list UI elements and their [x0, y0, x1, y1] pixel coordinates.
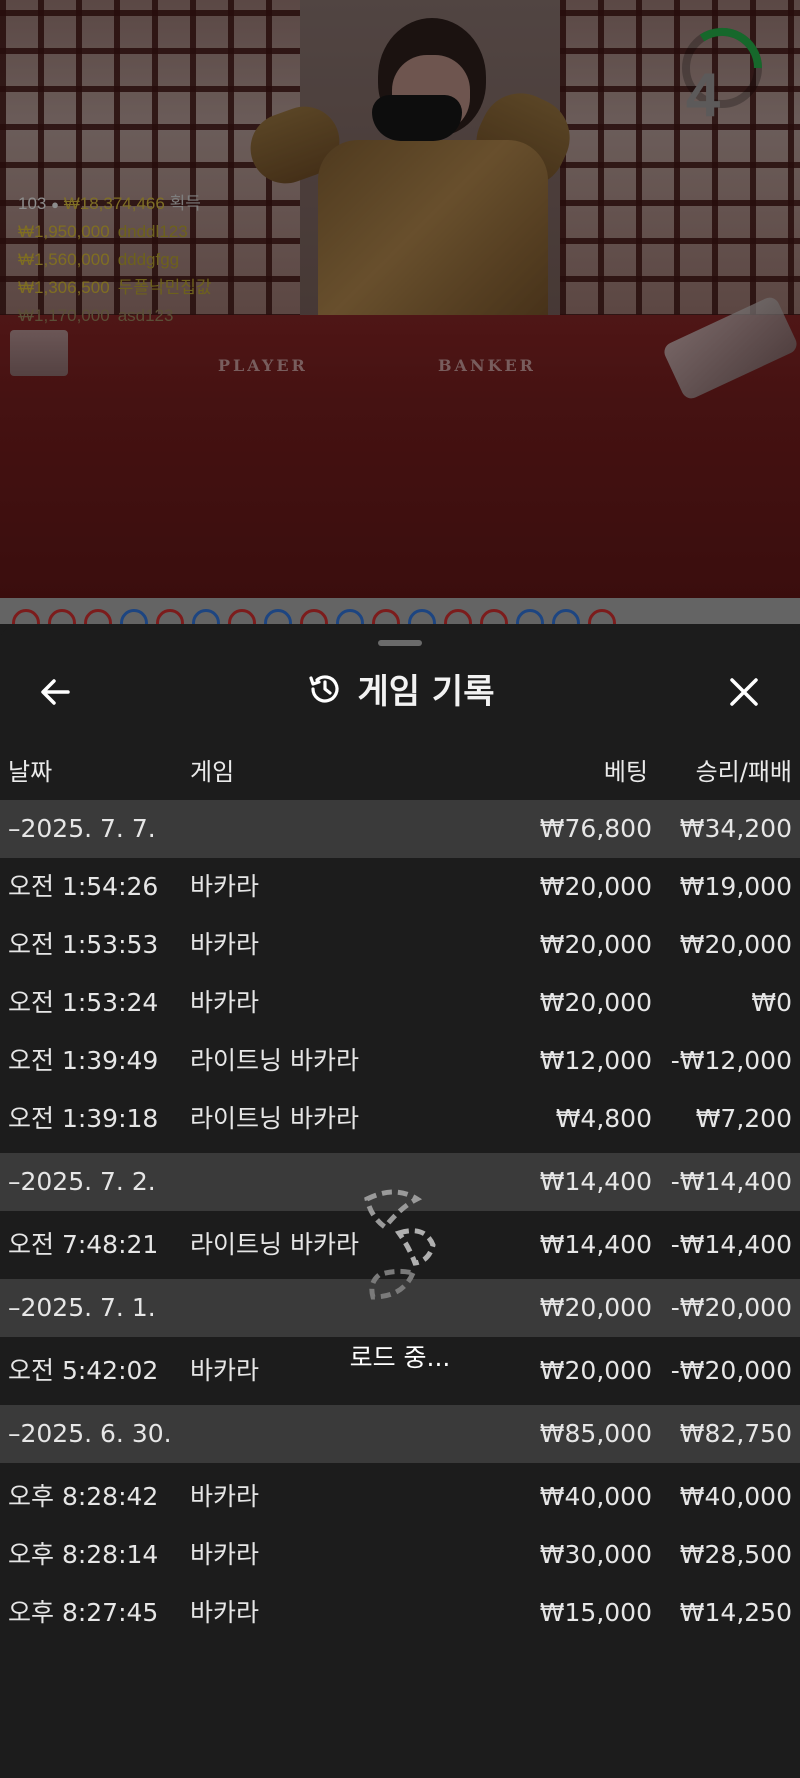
row-bet: ₩20,000	[539, 1356, 652, 1385]
row-time: 오전 1:39:18	[8, 1104, 159, 1133]
sheet-drag-handle[interactable]	[378, 640, 422, 646]
column-header-game: 게임	[190, 758, 235, 786]
row-result: ₩14,250	[679, 1598, 792, 1627]
result-total: ₩82,750	[679, 1419, 792, 1448]
row-time: 오전 1:54:26	[8, 872, 159, 901]
table-row[interactable]: 오후 8:28:42 바카라 ₩40,000 ₩40,000	[0, 1468, 800, 1526]
sheet-title-text: 게임 기록	[357, 672, 495, 712]
date-group-row[interactable]: –2025. 7. 7. ₩76,800 ₩34,200	[0, 800, 800, 858]
date-label: –2025. 7. 2.	[8, 1167, 156, 1196]
row-result: ₩20,000	[679, 930, 792, 959]
loading-spinner-icon	[364, 1189, 436, 1300]
row-time: 오전 5:42:02	[8, 1356, 159, 1385]
row-time: 오전 1:53:53	[8, 930, 159, 959]
row-game: 라이트닝 바카라	[190, 1046, 359, 1075]
row-time: 오전 7:48:21	[8, 1230, 159, 1259]
table-row[interactable]: 오전 1:53:24 바카라 ₩20,000 ₩0	[0, 974, 800, 1032]
bet-total: ₩20,000	[539, 1293, 652, 1322]
row-result: -₩20,000	[670, 1356, 792, 1385]
row-game: 바카라	[190, 1540, 260, 1569]
row-time: 오전 1:53:24	[8, 988, 159, 1017]
result-total: -₩14,400	[670, 1167, 792, 1196]
row-game: 바카라	[190, 872, 260, 901]
row-bet: ₩20,000	[539, 930, 652, 959]
table-row[interactable]: 오후 8:27:45 바카라 ₩15,000 ₩14,250	[0, 1584, 800, 1642]
row-time: 오후 8:28:42	[8, 1482, 159, 1511]
column-header-result: 승리/패배	[695, 758, 792, 786]
row-time: 오후 8:28:14	[8, 1540, 159, 1569]
row-game: 바카라	[190, 1482, 260, 1511]
row-result: -₩12,000	[670, 1046, 792, 1075]
row-bet: ₩20,000	[539, 988, 652, 1017]
table-row[interactable]: 오전 1:39:49 라이트닝 바카라 ₩12,000 -₩12,000	[0, 1032, 800, 1090]
date-label: –2025. 7. 7.	[8, 814, 156, 843]
row-bet: ₩15,000	[539, 1598, 652, 1627]
result-total: -₩20,000	[670, 1293, 792, 1322]
date-label: –2025. 7. 1.	[8, 1293, 156, 1322]
result-total: ₩34,200	[679, 814, 792, 843]
table-row[interactable]: 오전 1:53:53 바카라 ₩20,000 ₩20,000	[0, 916, 800, 974]
bet-total: ₩14,400	[539, 1167, 652, 1196]
row-game: 라이트닝 바카라	[190, 1104, 359, 1133]
row-result: ₩7,200	[695, 1104, 792, 1133]
history-clock-icon	[308, 674, 339, 702]
sheet-title: 게임 기록	[0, 664, 800, 717]
row-time: 오전 1:39:49	[8, 1046, 159, 1075]
table-row[interactable]: 오전 1:54:26 바카라 ₩20,000 ₩19,000	[0, 858, 800, 916]
table-row[interactable]: 오후 8:28:14 바카라 ₩30,000 ₩28,500	[0, 1526, 800, 1584]
row-time: 오후 8:27:45	[8, 1598, 159, 1627]
row-result: ₩19,000	[679, 872, 792, 901]
row-game: 바카라	[190, 930, 260, 959]
row-result: ₩28,500	[679, 1540, 792, 1569]
row-game: 바카라	[190, 988, 260, 1017]
row-bet: ₩40,000	[539, 1482, 652, 1511]
row-result: ₩40,000	[679, 1482, 792, 1511]
row-bet: ₩14,400	[539, 1230, 652, 1259]
video-dim-overlay	[0, 0, 800, 624]
row-bet: ₩12,000	[539, 1046, 652, 1075]
date-group-row[interactable]: –2025. 6. 30. ₩85,000 ₩82,750	[0, 1405, 800, 1463]
row-bet: ₩20,000	[539, 872, 652, 901]
close-icon[interactable]	[722, 670, 766, 714]
row-result: ₩0	[751, 988, 792, 1017]
column-header-bet: 베팅	[603, 758, 648, 786]
loading-text: 로드 중...	[349, 1343, 451, 1372]
row-game: 바카라	[190, 1356, 260, 1385]
row-bet: ₩30,000	[539, 1540, 652, 1569]
row-game: 라이트닝 바카라	[190, 1230, 359, 1259]
bet-total: ₩85,000	[539, 1419, 652, 1448]
date-label: –2025. 6. 30.	[8, 1419, 172, 1448]
row-bet: ₩4,800	[555, 1104, 652, 1133]
column-header-date: 날짜	[8, 758, 53, 786]
row-result: -₩14,400	[670, 1230, 792, 1259]
row-game: 바카라	[190, 1598, 260, 1627]
table-row[interactable]: 오전 1:39:18 라이트닝 바카라 ₩4,800 ₩7,200	[0, 1090, 800, 1148]
bet-total: ₩76,800	[539, 814, 652, 843]
